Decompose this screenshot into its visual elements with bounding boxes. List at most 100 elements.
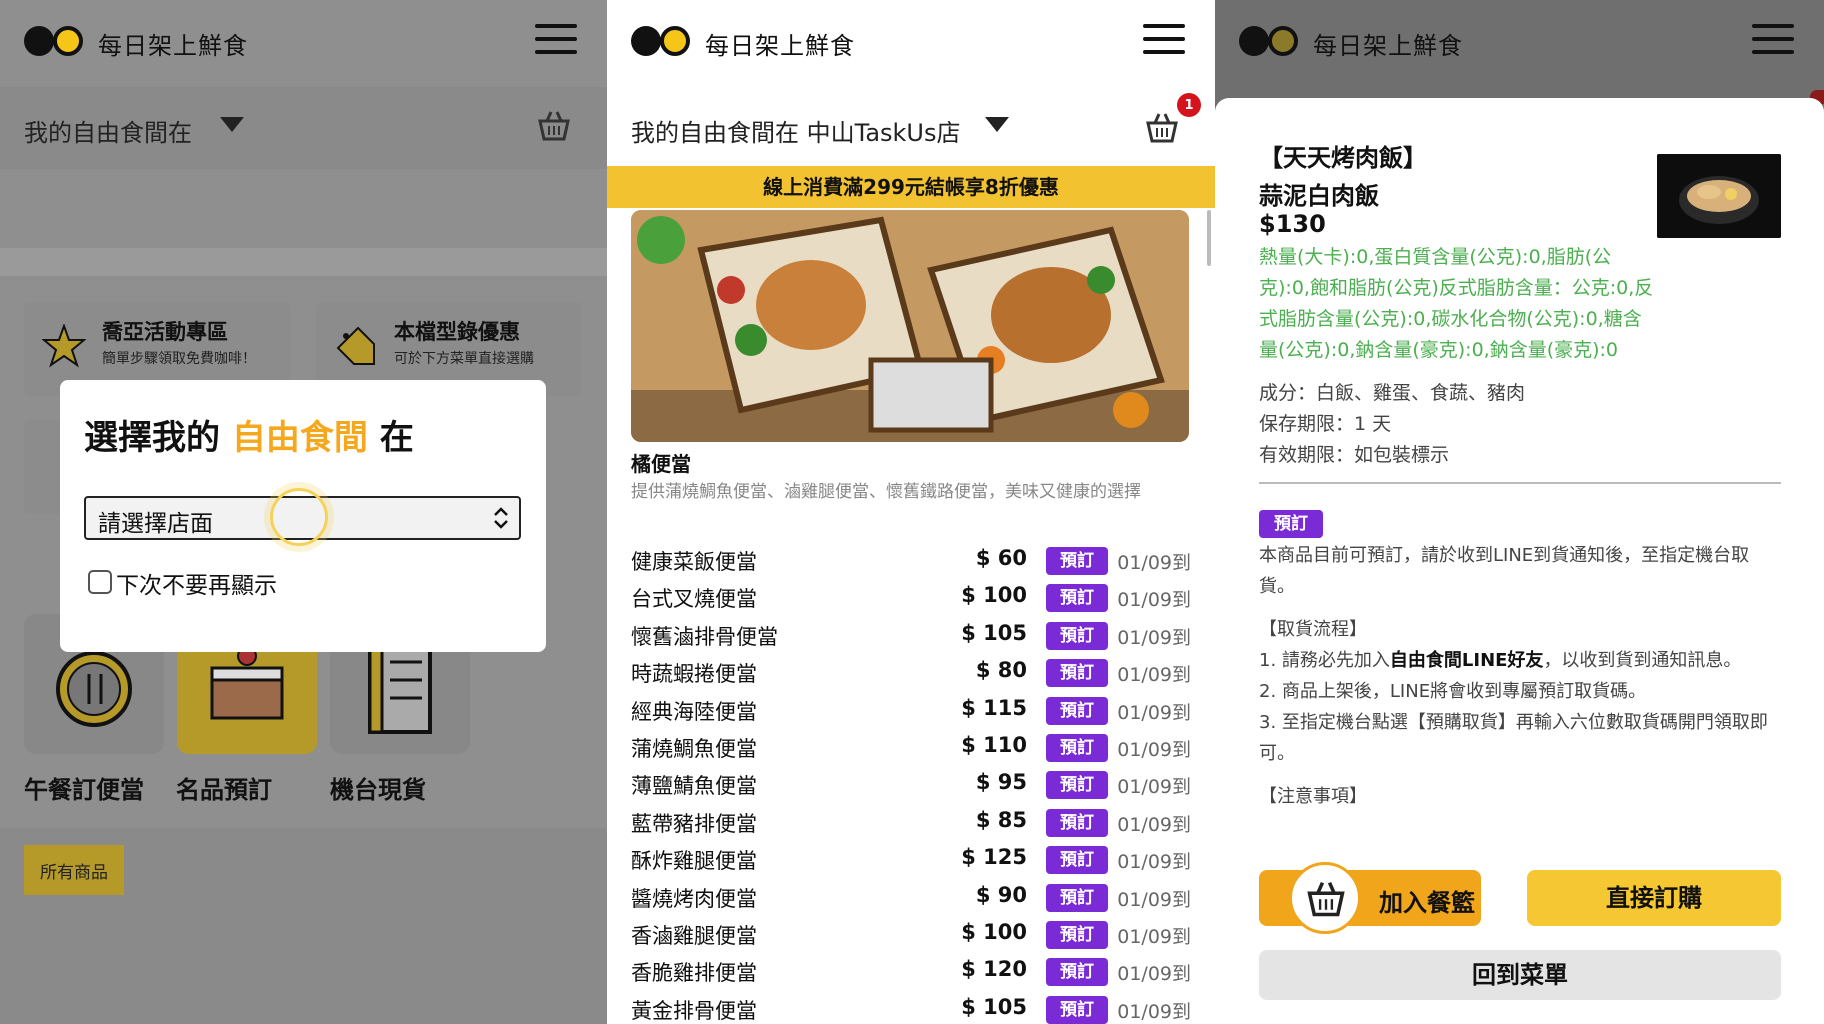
menu-item[interactable]: 健康菜飯便當 $ 60 預訂 01/09到 xyxy=(631,546,1191,576)
all-products-button[interactable]: 所有商品 xyxy=(24,845,124,895)
menu-item-price: $ 105 xyxy=(961,620,1027,645)
preorder-badge[interactable]: 預訂 xyxy=(1046,846,1108,875)
preorder-badge[interactable]: 預訂 xyxy=(1046,995,1108,1024)
flow-step-2: 2. 商品上架後，LINE將會收到專屬預訂取貨碼。 xyxy=(1259,681,1647,702)
menu-item-date: 01/09到 xyxy=(1117,776,1191,799)
tap-indicator xyxy=(270,488,328,546)
brand-logo xyxy=(1239,26,1301,56)
menu-item-price: $ 100 xyxy=(961,920,1027,944)
menu-item-date: 01/09到 xyxy=(1117,626,1191,649)
category-image xyxy=(631,210,1189,442)
preorder-badge[interactable]: 預訂 xyxy=(1046,734,1108,762)
menu-item[interactable]: 酥炸雞腿便當 $ 125 預訂 01/09到 xyxy=(631,845,1191,875)
menu-item-price: $ 105 xyxy=(961,994,1027,1019)
preorder-badge[interactable]: 預訂 xyxy=(1046,921,1108,949)
menu-icon[interactable] xyxy=(1143,24,1185,54)
menu-item-date: 01/09到 xyxy=(1117,1000,1191,1023)
store-select-value: 請選擇店面 xyxy=(98,511,213,537)
updown-arrow-icon xyxy=(494,507,508,529)
menu-item-date: 01/09到 xyxy=(1117,589,1191,612)
promo-banner[interactable]: 線上消費滿299元結帳享8折優惠 xyxy=(607,166,1215,208)
menu-icon[interactable] xyxy=(535,24,577,54)
menu-item[interactable]: 薄鹽鯖魚便當 $ 95 預訂 01/09到 xyxy=(631,770,1191,800)
add-to-basket-button[interactable]: 加入餐籃 xyxy=(1259,862,1481,934)
menu-icon[interactable] xyxy=(1752,24,1794,54)
menu-item[interactable]: 台式叉燒便當 $ 100 預訂 01/09到 xyxy=(631,583,1191,613)
menu-item[interactable]: 香滷雞腿便當 $ 100 預訂 01/09到 xyxy=(631,920,1191,950)
store-bar[interactable]: 我的自由食間在 xyxy=(0,87,607,169)
store-bar[interactable]: 我的自由食間在 中山TaskUs店 1 xyxy=(607,87,1215,169)
cart-count-badge: 1 xyxy=(1177,93,1201,117)
promo-subtitle: 簡單步驟領取免費咖啡！ xyxy=(102,351,256,367)
menu-item-price: $ 110 xyxy=(961,733,1027,757)
tile-label: 名品預訂 xyxy=(176,776,272,804)
preorder-badge[interactable]: 預訂 xyxy=(1046,808,1108,837)
dont-show-checkbox[interactable] xyxy=(88,570,112,594)
preorder-details: 本商品目前可預訂，請於收到LINE到貨通知後，至指定機台取貨。 【取貨流程】 1… xyxy=(1259,540,1779,812)
app-header: 每日架上鮮食 xyxy=(1215,0,1824,87)
basket-icon-wrap xyxy=(1289,862,1361,934)
promo-title: 喬亞活動專區 xyxy=(102,320,228,344)
menu-item[interactable]: 蒲燒鯛魚便當 $ 110 預訂 01/09到 xyxy=(631,733,1191,763)
content-fade xyxy=(1215,838,1824,868)
category-title: 橘便當 xyxy=(631,452,691,476)
menu-item-price: $ 95 xyxy=(975,770,1027,795)
preorder-badge[interactable]: 預訂 xyxy=(1046,547,1108,575)
menu-item[interactable]: 藍帶豬排便當 $ 85 預訂 01/09到 xyxy=(631,808,1191,838)
chevron-down-icon[interactable] xyxy=(985,117,1009,132)
product-sheet: 【天天烤肉飯】 蒜泥白肉飯 $130 熱量(大卡):0,蛋白質含量(公克):0,… xyxy=(1215,98,1824,1024)
menu-item-name: 懷舊滷排骨便當 xyxy=(631,624,778,649)
menu-item-name: 香脆雞排便當 xyxy=(631,961,757,986)
menu-item-name: 時蔬蝦捲便當 xyxy=(631,662,757,687)
store-label: 我的自由食間在 中山TaskUs店 xyxy=(631,119,961,147)
preorder-badge[interactable]: 預訂 xyxy=(1046,621,1108,650)
brand-name: 每日架上鮮食 xyxy=(705,32,855,60)
menu-item-date: 01/09到 xyxy=(1117,851,1191,874)
divider xyxy=(0,248,607,276)
menu-item-price: $ 85 xyxy=(975,807,1027,832)
menu-item-date: 01/09到 xyxy=(1117,888,1191,911)
app-header: 每日架上鮮食 xyxy=(0,0,607,87)
tile-label: 機台現貨 xyxy=(330,776,426,804)
preorder-badge[interactable]: 預訂 xyxy=(1046,584,1108,613)
menu-item[interactable]: 香脆雞排便當 $ 120 預訂 01/09到 xyxy=(631,957,1191,987)
menu-item-date: 01/09到 xyxy=(1117,552,1191,574)
promo-title: 本檔型錄優惠 xyxy=(394,320,520,344)
back-to-menu-button[interactable]: 回到菜單 xyxy=(1259,950,1781,1000)
promo-subtitle: 可於下方菜單直接選購 xyxy=(394,351,534,367)
modal-title-post: 在 xyxy=(379,418,414,458)
preorder-badge[interactable]: 預訂 xyxy=(1046,771,1108,800)
menu-item[interactable]: 懷舊滷排骨便當 $ 105 預訂 01/09到 xyxy=(631,621,1191,651)
store-label: 我的自由食間在 xyxy=(24,119,192,147)
basket-icon[interactable] xyxy=(1145,111,1179,143)
menu-item-name: 台式叉燒便當 xyxy=(631,587,757,612)
chevron-down-icon[interactable] xyxy=(220,117,244,132)
sale-tag-icon xyxy=(336,326,375,365)
menu-item-name: 醬燒烤肉便當 xyxy=(631,886,757,911)
menu-item-name: 酥炸雞腿便當 xyxy=(631,849,757,874)
scrollbar[interactable] xyxy=(1207,210,1211,266)
brand-logo xyxy=(631,26,693,56)
store-select-screen: 每日架上鮮食 我的自由食間在 喬亞活動專區 簡單步驟領取免費咖啡！ 本檔型錄優惠… xyxy=(0,0,607,1024)
product-price: $130 xyxy=(1259,210,1326,238)
menu-item-price: $ 60 xyxy=(975,546,1027,570)
shop-name: 【天天烤肉飯】 xyxy=(1259,144,1427,172)
menu-item-date: 01/09到 xyxy=(1117,926,1191,948)
preorder-badge[interactable]: 預訂 xyxy=(1046,958,1108,987)
preorder-badge[interactable]: 預訂 xyxy=(1046,883,1108,912)
menu-item[interactable]: 醬燒烤肉便當 $ 90 預訂 01/09到 xyxy=(631,883,1191,913)
buy-now-button[interactable]: 直接訂購 xyxy=(1527,870,1781,926)
menu-screen: 每日架上鮮食 我的自由食間在 中山TaskUs店 1 線上消費滿299元結帳享8… xyxy=(607,0,1215,1024)
basket-icon[interactable] xyxy=(537,109,571,141)
preorder-badge[interactable]: 預訂 xyxy=(1046,696,1108,725)
menu-item[interactable]: 經典海陸便當 $ 115 預訂 01/09到 xyxy=(631,696,1191,726)
menu-item-price: $ 115 xyxy=(961,695,1027,720)
preorder-badge[interactable]: 預訂 xyxy=(1046,659,1108,688)
modal-title-pre: 選擇我的 xyxy=(84,418,220,458)
promo-card-partial[interactable] xyxy=(24,420,64,514)
menu-item[interactable]: 黃金排骨便當 $ 105 預訂 01/09到 xyxy=(631,995,1191,1024)
product-image xyxy=(1657,154,1781,238)
menu-item[interactable]: 時蔬蝦捲便當 $ 80 預訂 01/09到 xyxy=(631,658,1191,688)
flow-step-3: 3. 至指定機台點選【預購取貨】再輸入六位數取貨碼開門領取即可。 xyxy=(1259,712,1768,764)
category-description: 提供蒲燒鯛魚便當、滷雞腿便當、懷舊鐵路便當，美味又健康的選擇 xyxy=(631,482,1141,502)
